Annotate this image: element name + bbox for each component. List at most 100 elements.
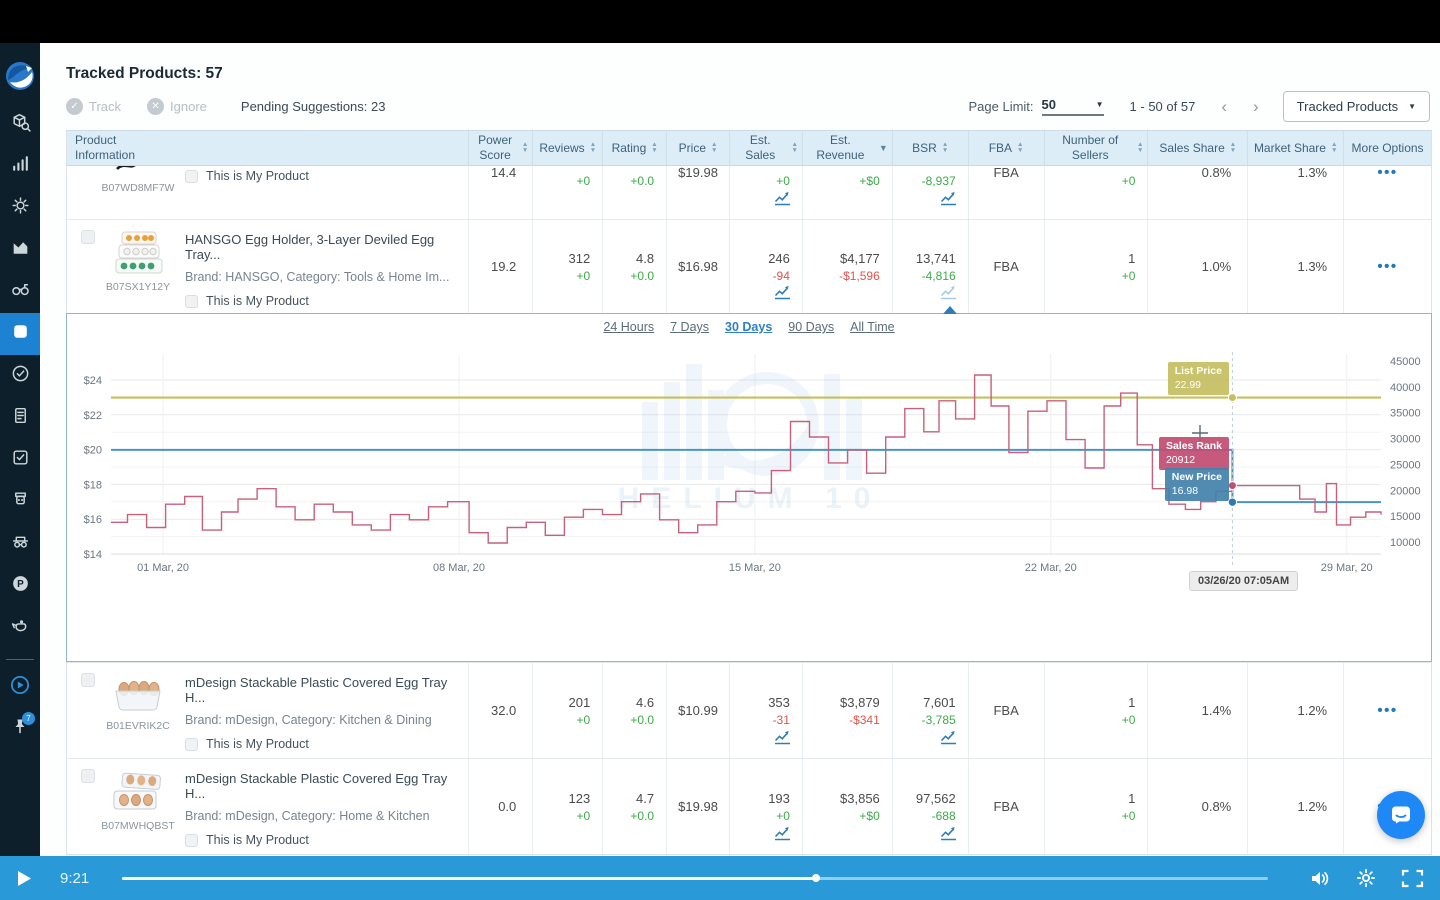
row-select-checkbox[interactable] <box>81 673 95 687</box>
bsr-mini-chart-button[interactable] <box>939 190 958 211</box>
sidebar-item-check-circle-icon[interactable] <box>0 355 40 397</box>
my-product-checkbox[interactable]: This is My Product <box>185 737 468 751</box>
chart-range-tab-all-time[interactable]: All Time <box>850 320 894 334</box>
play-icon <box>17 870 32 887</box>
video-player-bar: 9:21 <box>0 856 1440 900</box>
checkbox-icon <box>185 295 198 308</box>
chart-range-tab-30-days[interactable]: 30 Days <box>725 320 772 334</box>
product-title-link[interactable]: mDesign Stackable Plastic Covered Egg Tr… <box>185 771 468 801</box>
prev-page-button[interactable]: ‹ <box>1221 98 1227 115</box>
chart-range-tab-7-days[interactable]: 7 Days <box>670 320 709 334</box>
sidebar-item-handcuffs-icon[interactable] <box>0 271 40 313</box>
sidebar-item-signal-bars-icon[interactable] <box>0 145 40 187</box>
power-value: 19.2 <box>491 259 516 274</box>
settings-button[interactable] <box>1356 868 1376 888</box>
my-product-checkbox[interactable]: This is My Product <box>185 833 468 847</box>
product-image <box>111 230 165 276</box>
sidebar-item-genie-lamp-icon[interactable] <box>0 607 40 649</box>
cell-rating: 4.7 +0.0 <box>602 759 666 854</box>
sidebar-item-area-chart-icon[interactable] <box>0 229 40 271</box>
track-button[interactable]: ✓ Track <box>66 98 121 115</box>
more-value[interactable]: ••• <box>1377 166 1397 180</box>
column-header-sales_share[interactable]: Sales Share▲▼ <box>1147 131 1247 165</box>
cell-fba: FBA <box>968 759 1044 854</box>
sales-mini-chart-button[interactable] <box>773 825 792 846</box>
column-header-rating[interactable]: Rating▲▼ <box>602 131 666 165</box>
check-circle-icon: ✓ <box>66 98 83 115</box>
price-value: $16.98 <box>678 259 718 274</box>
my-product-label: This is My Product <box>206 833 309 847</box>
column-header-revenue[interactable]: Est. Revenue▼ <box>802 131 892 165</box>
sidebar-item-document-icon[interactable] <box>0 397 40 439</box>
product-asin: B07SX1Y12Y <box>106 281 170 293</box>
sales-rank-tooltip: Sales Rank20912 <box>1159 437 1229 470</box>
cell-price: $19.98 <box>666 166 729 219</box>
sales-mini-chart-button[interactable] <box>773 284 792 305</box>
sellers-delta: +0 <box>1122 269 1136 283</box>
helium10-logo[interactable] <box>0 49 40 103</box>
bsr-mini-chart-button[interactable] <box>939 729 958 750</box>
sidebar-item-pushpin-icon[interactable]: 7 <box>0 708 40 750</box>
sales-mini-chart-button[interactable] <box>773 190 792 211</box>
more-value[interactable]: ••• <box>1377 259 1397 274</box>
my-product-checkbox[interactable]: This is My Product <box>185 294 468 308</box>
bsr-mini-chart-button[interactable] <box>939 284 958 305</box>
products-table: Product InformationPower Score▲▼Reviews▲… <box>66 130 1432 855</box>
more-value[interactable]: ••• <box>1377 703 1397 718</box>
intercom-chat-button[interactable] <box>1377 791 1425 839</box>
cell-more: ••• <box>1343 663 1431 758</box>
line-chart-icon <box>939 825 958 841</box>
row-select-checkbox[interactable] <box>81 769 95 783</box>
sidebar-item-check-square-icon[interactable] <box>0 439 40 481</box>
column-header-fba[interactable]: FBA▲▼ <box>968 131 1044 165</box>
progress-handle[interactable] <box>812 874 820 882</box>
revenue-delta: +$0 <box>859 174 879 188</box>
line-chart-icon <box>939 729 958 745</box>
column-header-bsr[interactable]: BSR▲▼ <box>892 131 968 165</box>
product-title-link[interactable]: HANSGO Egg Holder, 3-Layer Deviled Egg T… <box>185 232 468 262</box>
chart-range-tab-24-hours[interactable]: 24 Hours <box>603 320 654 334</box>
cell-market_share: 1.3% <box>1247 166 1343 219</box>
my-product-checkbox[interactable]: This is My Product <box>185 169 448 183</box>
svg-text:P: P <box>17 579 24 590</box>
sidebar-item-spy-icon[interactable] <box>0 523 40 565</box>
column-header-reviews[interactable]: Reviews▲▼ <box>532 131 602 165</box>
svg-text:25000: 25000 <box>1390 459 1421 471</box>
fullscreen-icon <box>1401 869 1424 888</box>
checkbox-icon <box>185 738 198 751</box>
row-select-checkbox[interactable] <box>81 230 95 244</box>
progress-bar[interactable] <box>122 877 1268 880</box>
product-title-link[interactable]: mDesign Stackable Plastic Covered Egg Tr… <box>185 675 468 705</box>
sidebar-item-p-badge-icon[interactable]: P <box>0 565 40 607</box>
column-header-sellers[interactable]: Number of Sellers▲▼ <box>1044 131 1148 165</box>
sales-delta: -31 <box>773 713 790 727</box>
column-header-market_share[interactable]: Market Share▲▼ <box>1247 131 1343 165</box>
volume-button[interactable] <box>1309 869 1331 888</box>
sellers-delta: +0 <box>1122 174 1136 188</box>
cell-price: $16.98 <box>666 220 729 313</box>
next-page-button[interactable]: › <box>1253 98 1259 115</box>
ignore-button[interactable]: ✕ Ignore <box>147 98 207 115</box>
chart-range-tab-90-days[interactable]: 90 Days <box>788 320 834 334</box>
page-limit-select[interactable]: 50 ▼ <box>1042 97 1104 116</box>
cell-power: 19.2 <box>468 220 532 313</box>
sidebar-item-play-circle-icon[interactable] <box>0 666 40 708</box>
product-image <box>111 166 165 177</box>
sidebar-item-cube-search-icon[interactable] <box>0 103 40 145</box>
reviews-value: 312 <box>568 251 590 266</box>
sales-mini-chart-button[interactable] <box>773 729 792 750</box>
play-button[interactable] <box>17 870 32 887</box>
sidebar-item-app-window-icon[interactable] <box>0 313 40 355</box>
bsr-mini-chart-button[interactable] <box>939 825 958 846</box>
cell-power: 32.0 <box>468 663 532 758</box>
table-row: B07MWHQBST mDesign Stackable Plastic Cov… <box>67 758 1431 854</box>
column-header-price[interactable]: Price▲▼ <box>666 131 729 165</box>
sidebar-item-person-hat-icon[interactable] <box>0 481 40 523</box>
cell-revenue: +$0 <box>802 166 892 219</box>
fullscreen-button[interactable] <box>1401 869 1424 888</box>
product-thumbnail: B07MWHQBST <box>105 769 171 832</box>
view-selector-button[interactable]: Tracked Products ▼ <box>1283 91 1430 122</box>
column-header-power[interactable]: Power Score▲▼ <box>468 131 532 165</box>
column-header-sales[interactable]: Est. Sales▲▼ <box>729 131 802 165</box>
sidebar-item-gear-icon[interactable] <box>0 187 40 229</box>
